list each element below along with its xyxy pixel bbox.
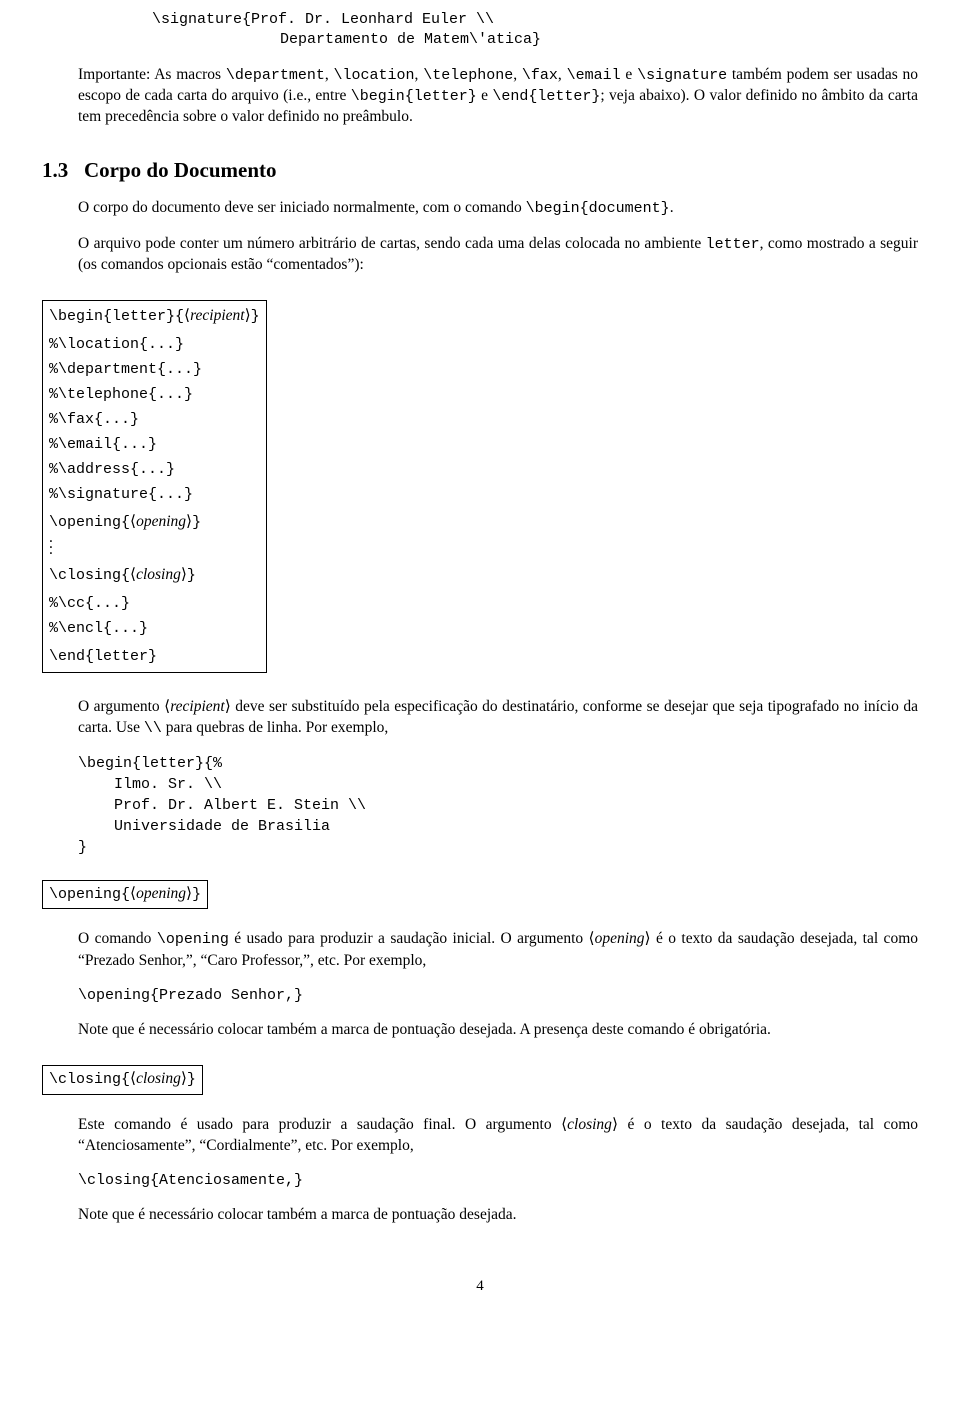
paragraph: O comando \opening é usado para produzir… — [78, 929, 918, 971]
page-number: 4 — [42, 1276, 918, 1296]
paragraph-important: Importante: As macros \department, \loca… — [78, 65, 918, 128]
code-example-recipient: \begin{letter}{% Ilmo. Sr. \\ Prof. Dr. … — [78, 753, 918, 858]
code-box-closing: \closing{⟨closing⟩} — [42, 1065, 203, 1094]
code-example-closing: \closing{Atenciosamente,} — [78, 1170, 918, 1191]
code-box-opening: \opening{⟨opening⟩} — [42, 880, 208, 909]
top-code-block: \signature{Prof. Dr. Leonhard Euler \\ D… — [152, 10, 918, 51]
code-line: Departamento de Matem\'atica} — [280, 31, 541, 48]
paragraph: Este comando é usado para produzir a sau… — [78, 1115, 918, 1157]
paragraph: O argumento ⟨recipient⟩ deve ser substit… — [78, 697, 918, 739]
code-line: \signature{Prof. Dr. Leonhard Euler \\ — [152, 11, 494, 28]
paragraph: O corpo do documento deve ser iniciado n… — [78, 198, 918, 219]
section-heading: 1.3 Corpo do Documento — [42, 156, 918, 184]
paragraph: Note que é necessário colocar também a m… — [78, 1205, 918, 1226]
paragraph: Note que é necessário colocar também a m… — [78, 1020, 918, 1041]
code-example-opening: \opening{Prezado Senhor,} — [78, 985, 918, 1006]
code-box-letter-template: \begin{letter}{⟨recipient⟩} %\location{.… — [42, 300, 267, 673]
paragraph: O arquivo pode conter um número arbitrár… — [78, 234, 918, 276]
